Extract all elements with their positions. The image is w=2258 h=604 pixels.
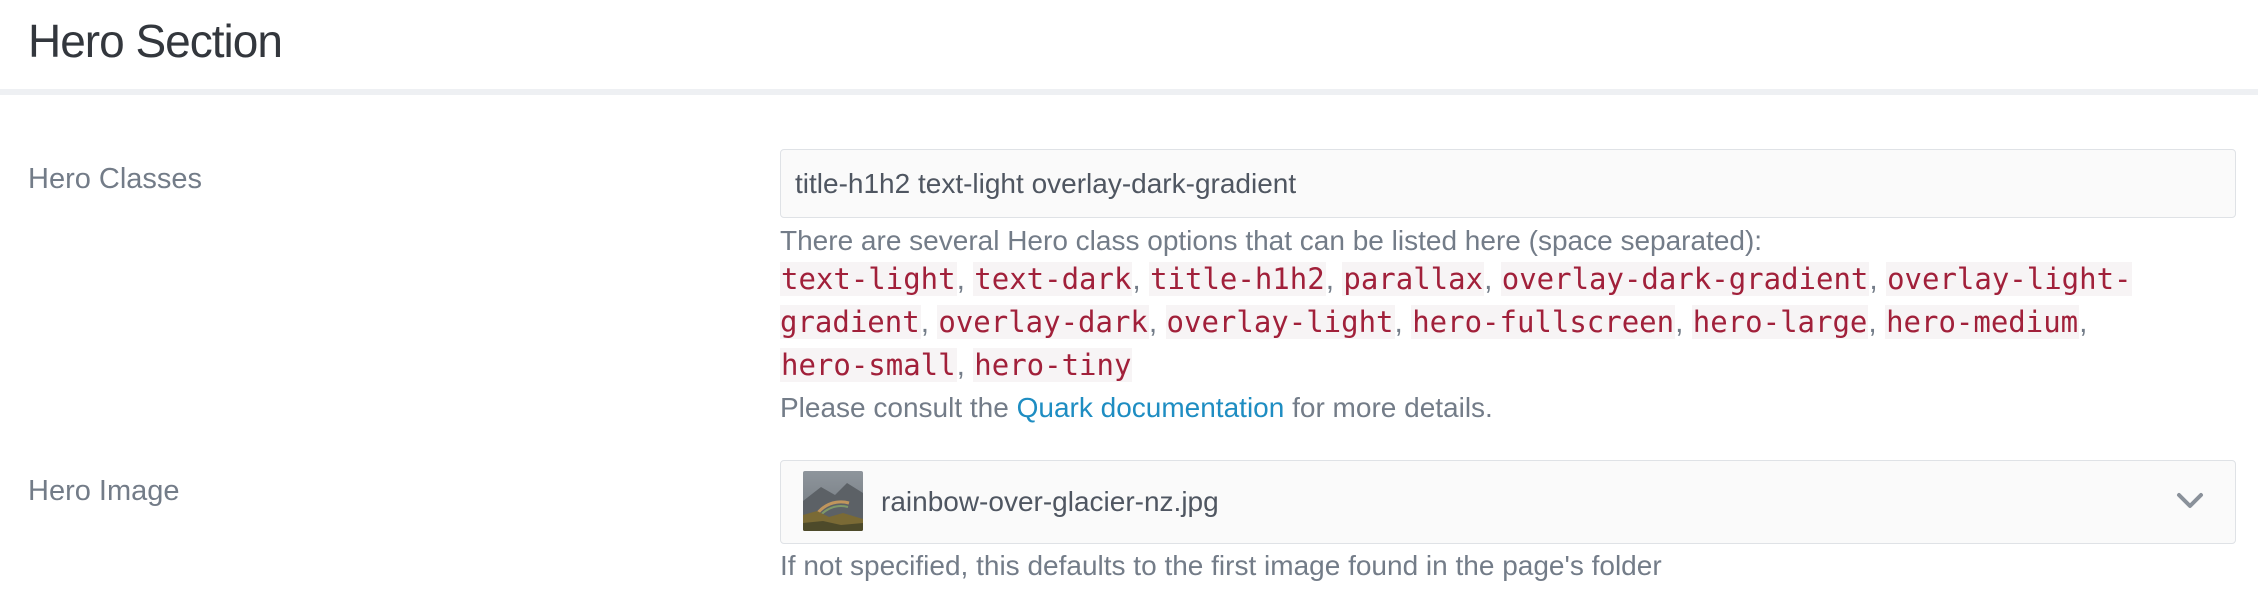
image-thumbnail <box>803 471 863 531</box>
class-option-code: title-h1h2 <box>1149 262 1326 296</box>
class-option-code: hero-small <box>780 348 957 382</box>
hero-classes-label: Hero Classes <box>28 163 203 195</box>
class-option-code: overlay-dark <box>937 305 1149 339</box>
class-option-code: overlay-light <box>1165 305 1395 339</box>
class-option-code: text-dark <box>973 262 1133 296</box>
class-option-code: hero-tiny <box>973 348 1133 382</box>
hero-classes-help-intro: There are several Hero class options tha… <box>780 225 1763 256</box>
hero-image-help: If not specified, this defaults to the f… <box>780 550 1662 581</box>
chevron-down-icon[interactable] <box>2171 481 2209 519</box>
class-option-code: overlay-dark-gradient <box>1500 262 1870 296</box>
hero-image-selected-value: rainbow-over-glacier-nz.jpg <box>881 486 1219 517</box>
class-option-code: hero-large <box>1691 305 1869 339</box>
hero-image-label: Hero Image <box>28 475 180 507</box>
class-option-code: parallax <box>1342 262 1485 296</box>
hero-classes-consult: Please consult the Quark documentation f… <box>780 387 2180 429</box>
rainbow-glacier-thumbnail <box>803 471 863 531</box>
class-option-code: hero-medium <box>1885 305 2080 339</box>
consult-prefix: Please consult the <box>780 392 1009 423</box>
class-option-code: text-light <box>780 262 957 296</box>
hero-image-select[interactable]: rainbow-over-glacier-nz.jpg <box>780 460 2236 544</box>
consult-suffix: for more details. <box>1292 392 1493 423</box>
section-header: Hero Section <box>0 0 2258 95</box>
class-option-code: hero-fullscreen <box>1411 305 1676 339</box>
hero-classes-input[interactable]: title-h1h2 text-light overlay-dark-gradi… <box>780 149 2236 218</box>
hero-classes-options: text-light, text-dark, title-h1h2, paral… <box>780 262 2132 382</box>
quark-documentation-link[interactable]: Quark documentation <box>1017 392 1285 423</box>
section-title: Hero Section <box>28 15 283 67</box>
